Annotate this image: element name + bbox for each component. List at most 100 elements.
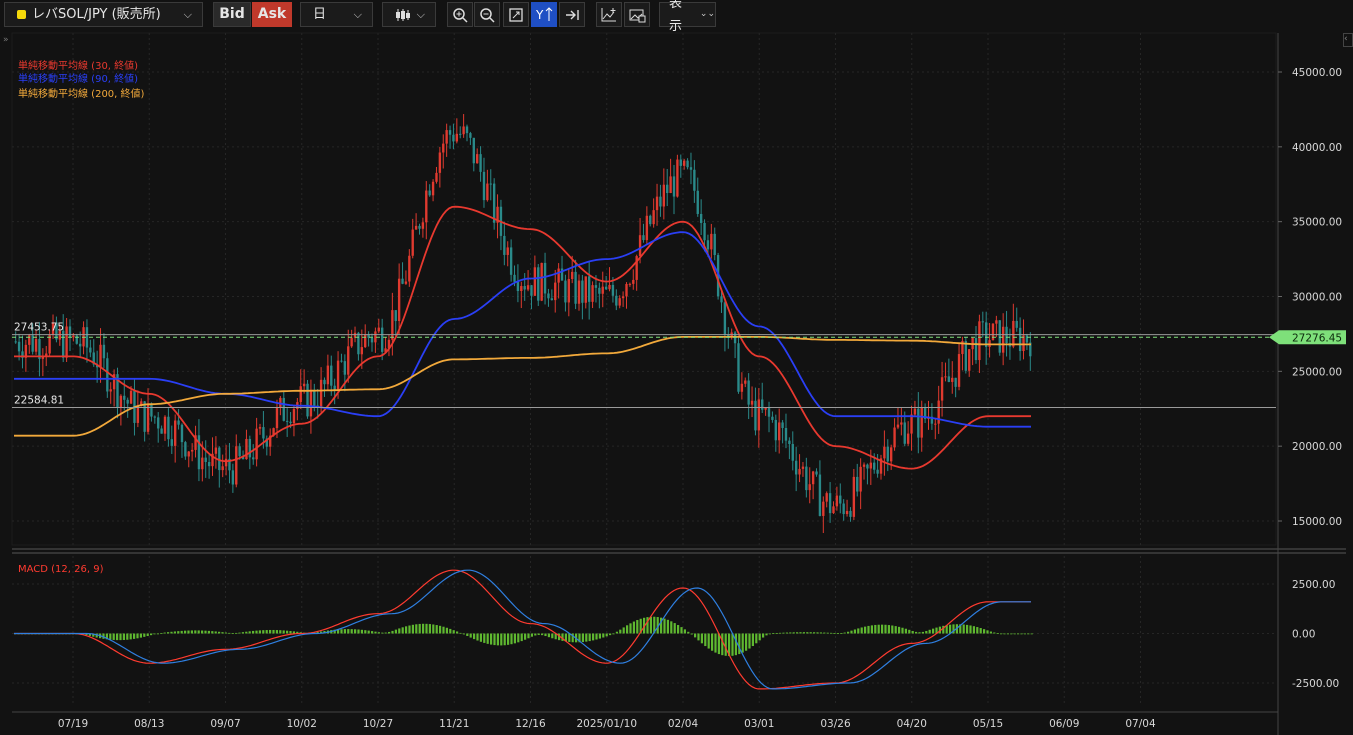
candle xyxy=(849,510,852,517)
macd-histogram-bar xyxy=(211,631,214,634)
candle xyxy=(676,159,679,197)
candle xyxy=(574,271,577,304)
candle xyxy=(889,447,893,462)
macd-histogram-bar xyxy=(969,625,972,634)
macd-histogram-bar xyxy=(592,633,595,641)
macd-histogram-bar xyxy=(813,632,816,634)
macd-histogram-bar xyxy=(697,633,700,641)
macd-histogram-bar xyxy=(609,633,612,636)
candle xyxy=(920,407,923,438)
macd-histogram-bar xyxy=(462,633,465,635)
macd-histogram-bar xyxy=(918,632,921,634)
macd-histogram-bar xyxy=(585,633,588,642)
candle xyxy=(706,240,710,250)
macd-histogram-bar xyxy=(405,626,408,634)
macd-histogram-bar xyxy=(167,632,170,634)
candle xyxy=(638,235,642,257)
candle xyxy=(526,285,530,290)
candle xyxy=(506,247,509,255)
candle xyxy=(876,469,879,474)
price-chart[interactable]: 45000.00 40000.00 35000.00 30000.00 25000.00… xyxy=(0,0,1353,735)
candle xyxy=(947,376,951,382)
macd-histogram-bar xyxy=(122,633,125,640)
macd-histogram-bar xyxy=(354,629,357,634)
macd-histogram-bar xyxy=(612,633,615,635)
macd-histogram-bar xyxy=(292,631,295,634)
candle xyxy=(221,466,224,471)
macd-histogram-bar xyxy=(877,624,880,634)
macd-histogram-bar xyxy=(218,631,221,634)
candle xyxy=(119,395,123,408)
macd-histogram-bar xyxy=(1020,633,1023,635)
level-line-label: 27453.75 xyxy=(14,322,64,334)
candle xyxy=(123,395,126,400)
candle xyxy=(577,280,581,304)
macd-histogram-bar xyxy=(150,633,153,636)
macd-histogram-bar xyxy=(398,628,401,634)
ma200-legend: 単純移動平均線 (200, 終値) xyxy=(18,87,145,100)
candle xyxy=(778,422,781,441)
macd-histogram-bar xyxy=(622,627,625,634)
candle xyxy=(377,327,380,332)
macd-histogram-bar xyxy=(809,632,812,634)
macd-histogram-bar xyxy=(473,633,476,640)
macd-histogram-bar xyxy=(636,620,639,634)
macd-histogram-bar xyxy=(1000,633,1003,635)
candle xyxy=(319,379,323,408)
macd-histogram-bar xyxy=(619,629,622,634)
macd-histogram-bar xyxy=(214,631,217,634)
candle xyxy=(913,408,917,415)
macd-histogram-bar xyxy=(381,632,384,634)
macd-histogram-bar xyxy=(806,632,809,634)
macd-histogram-bar xyxy=(666,619,669,634)
macd-histogram-bar xyxy=(143,633,146,637)
candle xyxy=(839,495,842,504)
candle xyxy=(954,377,957,387)
macd-histogram-bar xyxy=(479,633,482,642)
candle xyxy=(75,335,78,344)
macd-histogram-bar xyxy=(544,633,547,637)
candle xyxy=(309,390,313,417)
candle xyxy=(886,446,889,462)
candle xyxy=(476,154,479,164)
macd-histogram-bar xyxy=(449,628,452,634)
candle xyxy=(411,229,414,256)
candle xyxy=(900,422,903,425)
candle xyxy=(340,360,343,362)
macd-histogram-bar xyxy=(541,633,544,636)
macd-histogram-bar xyxy=(768,633,771,635)
macd-histogram-bar xyxy=(527,633,530,639)
candle xyxy=(723,302,727,335)
candle xyxy=(397,278,401,322)
candle xyxy=(940,377,944,401)
macd-histogram-bar xyxy=(796,632,799,634)
macd-histogram-bar xyxy=(843,632,846,634)
macd-histogram-bar xyxy=(983,629,986,634)
candle xyxy=(231,470,235,485)
macd-histogram-bar xyxy=(391,630,394,634)
date-axis-label: 03/01 xyxy=(744,718,774,730)
macd-histogram-bar xyxy=(694,633,697,638)
macd-histogram-bar xyxy=(136,633,139,639)
macd-histogram-bar xyxy=(119,633,122,641)
macd-histogram-bar xyxy=(204,630,207,634)
macd-histogram-bar xyxy=(986,630,989,634)
candle xyxy=(645,215,649,241)
macd-histogram-bar xyxy=(275,630,278,634)
macd-histogram-bar xyxy=(187,630,190,634)
macd-histogram-bar xyxy=(782,632,785,634)
macd-histogram-bar xyxy=(901,627,904,634)
macd-histogram-bar xyxy=(476,633,479,641)
macd-histogram-bar xyxy=(360,629,363,634)
macd-histogram-bar xyxy=(343,629,346,634)
macd-histogram-bar xyxy=(347,629,350,634)
candle xyxy=(791,444,794,461)
candle xyxy=(275,407,279,429)
macd-histogram-bar xyxy=(683,629,686,634)
macd-histogram-bar xyxy=(857,628,860,634)
macd-histogram-bar xyxy=(388,631,391,634)
macd-histogram-bar xyxy=(962,624,965,634)
candle xyxy=(452,134,455,142)
candle xyxy=(153,416,157,418)
candle xyxy=(883,446,886,459)
